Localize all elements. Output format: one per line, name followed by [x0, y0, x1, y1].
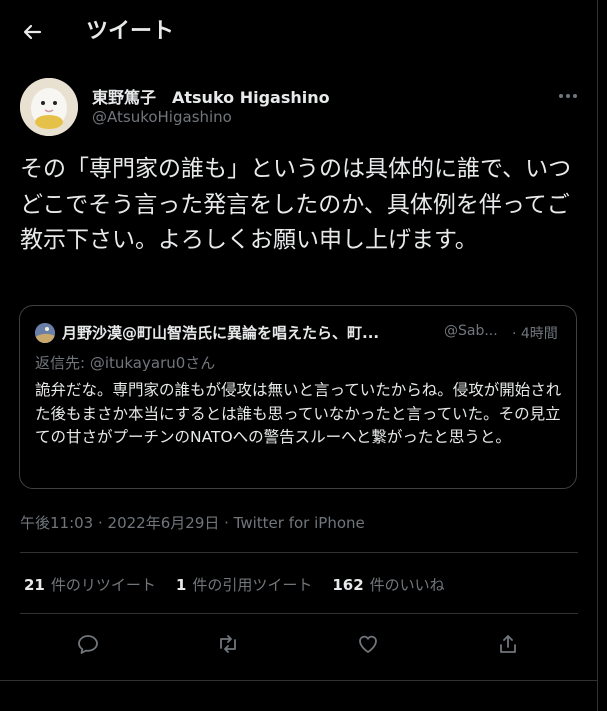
- retweet-button[interactable]: [216, 632, 240, 656]
- avatar[interactable]: [20, 78, 78, 136]
- likes-count: 162: [332, 576, 364, 594]
- divider: [20, 552, 578, 553]
- quoted-avatar-image: [35, 323, 55, 343]
- share-icon: [500, 635, 516, 653]
- tweet-stats: 21 件のリツイート 1 件の引用ツイート 162 件のいいね: [24, 574, 465, 595]
- quoted-author-handle: @Sab...: [444, 323, 498, 339]
- tweet-meta: 午後11:03 · 2022年6月29日 · Twitter for iPhon…: [20, 512, 365, 533]
- divider: [20, 613, 578, 614]
- tweet-time[interactable]: 午後11:03: [20, 514, 93, 532]
- quoted-reply-line: 返信先: @itukayaru0さん: [35, 352, 215, 373]
- more-button[interactable]: [556, 86, 580, 106]
- retweet-icon: [220, 635, 236, 653]
- like-button[interactable]: [356, 632, 380, 656]
- quoted-author-name: 月野沙漠@町山智浩氏に異論を唱えたら、町...: [62, 324, 380, 342]
- more-horizontal-icon: [559, 94, 577, 98]
- reply-prefix: 返信先:: [35, 354, 90, 372]
- heart-icon: [359, 635, 377, 653]
- quoted-time: · 4時間: [512, 326, 558, 342]
- back-button[interactable]: [18, 18, 46, 46]
- arrow-left-icon: [23, 24, 42, 40]
- tweet-date[interactable]: · 2022年6月29日: [98, 514, 219, 532]
- quoted-text: 詭弁だな。専門家の誰もが侵攻は無いと言っていたからね。侵攻が開始された後もまさか…: [35, 381, 562, 446]
- retweets-count: 21: [24, 576, 45, 594]
- tweet-actions: [20, 620, 578, 668]
- page-header: ツイート: [0, 0, 597, 64]
- author-name[interactable]: 東野篤子 Atsuko Higashino: [92, 84, 330, 108]
- author-handle[interactable]: @AtsukoHigashino: [92, 108, 232, 126]
- tweet-source[interactable]: · Twitter for iPhone: [224, 514, 365, 532]
- quoted-tweet[interactable]: 月野沙漠@町山智浩氏に異論を唱えたら、町... @Sab... · 4時間 返信…: [19, 305, 577, 489]
- quoted-avatar: [35, 323, 55, 343]
- share-button[interactable]: [496, 632, 520, 656]
- page-title: ツイート: [86, 19, 175, 44]
- quotes-label: 件の引用ツイート: [192, 576, 313, 594]
- tweet-text: その「専門家の誰も」というのは具体的に誰で、いつどこでそう言った発言をしたのか、…: [20, 156, 572, 253]
- reply-icon: [78, 635, 98, 654]
- likes-label: 件のいいね: [369, 576, 445, 594]
- tweet-author: 東野篤子 Atsuko Higashino @AtsukoHigashino: [20, 78, 580, 138]
- quotes-stat[interactable]: 1 件の引用ツイート: [176, 574, 312, 595]
- quotes-count: 1: [175, 576, 187, 594]
- avatar-image: [20, 78, 78, 136]
- reply-to-handle[interactable]: @itukayaru0さん: [90, 354, 215, 372]
- bottom-divider: [0, 680, 597, 681]
- reply-button[interactable]: [76, 632, 100, 656]
- retweets-label: 件のリツイート: [50, 576, 156, 594]
- likes-stat[interactable]: 162 件のいいね: [332, 574, 444, 595]
- frame-border: [597, 0, 598, 711]
- retweets-stat[interactable]: 21 件のリツイート: [24, 574, 156, 595]
